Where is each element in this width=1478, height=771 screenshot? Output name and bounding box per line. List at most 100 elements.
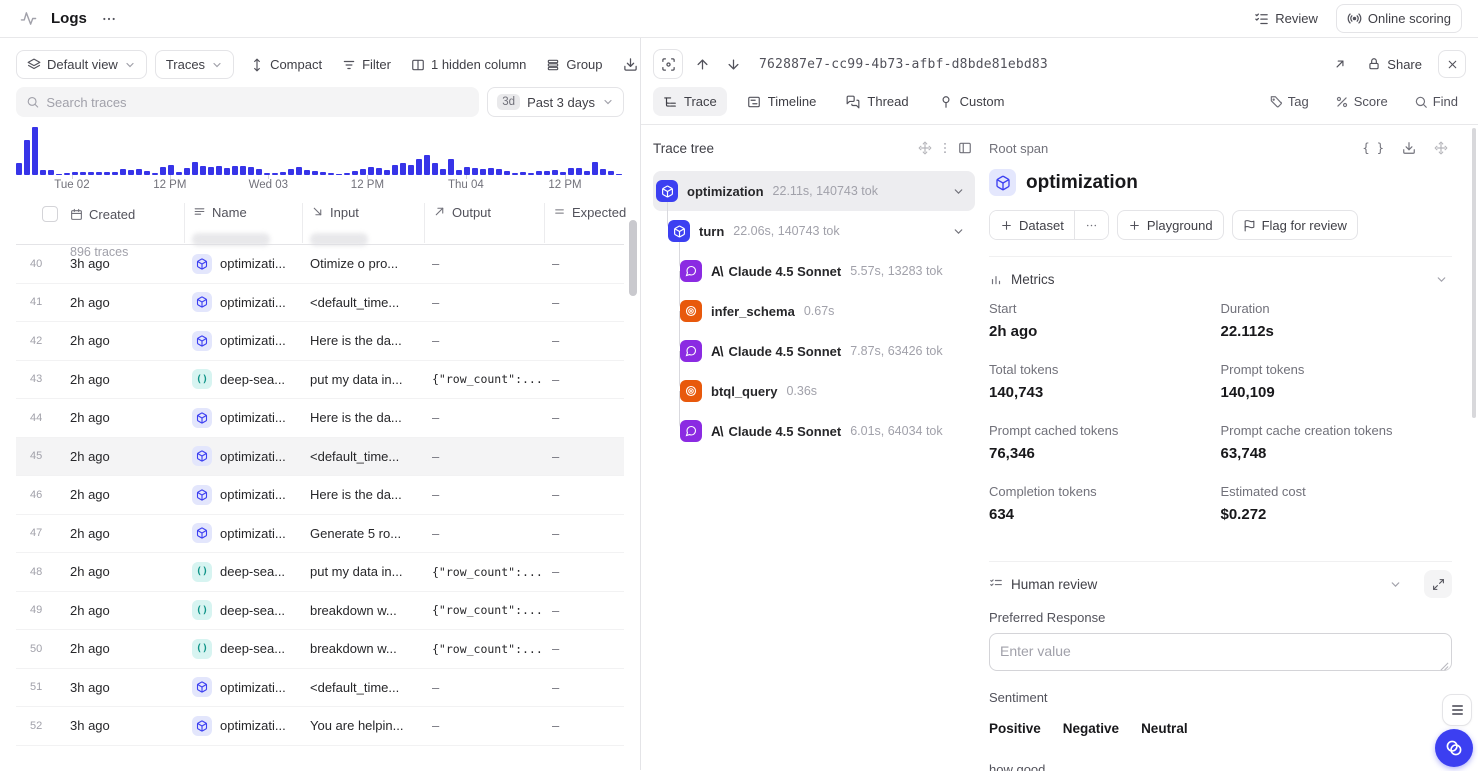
table-scrollbar[interactable] [629, 220, 637, 296]
page-menu-button[interactable] [97, 7, 121, 31]
table-row[interactable]: 48 2h ago ()deep-sea... put my data in..… [16, 553, 624, 592]
histogram-bar[interactable] [592, 162, 598, 175]
sentiment-neutral-button[interactable]: Neutral [1141, 717, 1188, 740]
histogram-bar[interactable] [432, 163, 438, 175]
traces-histogram[interactable]: Tue 02 12 PM Wed 03 12 PM Thu 04 12 PM [16, 125, 624, 193]
histogram-bar[interactable] [392, 165, 398, 175]
search-box[interactable] [16, 87, 479, 117]
histogram-bar[interactable] [400, 163, 406, 175]
json-view-button[interactable]: { } [1358, 137, 1388, 159]
column-header-created[interactable]: Created [62, 203, 184, 225]
dataset-more-button[interactable] [1074, 211, 1108, 239]
histogram-bar[interactable] [376, 168, 382, 175]
hidden-columns-button[interactable]: 1 hidden column [403, 52, 534, 77]
focus-trace-button[interactable] [653, 49, 683, 79]
histogram-bar[interactable] [424, 155, 430, 175]
add-to-dataset-button[interactable]: Dataset [990, 211, 1074, 239]
table-row[interactable]: 47 2h ago optimizati... Generate 5 ro...… [16, 515, 624, 554]
collapse-chevron-icon[interactable] [952, 225, 965, 238]
tree-options-button[interactable] [935, 138, 955, 158]
histogram-bar[interactable] [168, 165, 174, 175]
table-row[interactable]: 49 2h ago ()deep-sea... breakdown w... {… [16, 592, 624, 631]
trace-id[interactable]: 762887e7-cc99-4b73-afbf-d8bde81ebd83 [759, 57, 1048, 72]
side-menu-button[interactable] [1442, 694, 1472, 726]
histogram-bar[interactable] [200, 166, 206, 175]
add-to-playground-button[interactable]: Playground [1117, 210, 1224, 240]
close-panel-button[interactable] [1438, 50, 1466, 78]
table-row[interactable]: 51 3h ago optimizati... <default_time...… [16, 669, 624, 708]
histogram-bar[interactable] [216, 166, 222, 175]
collapse-chevron-icon[interactable] [952, 185, 965, 198]
histogram-bar[interactable] [24, 140, 30, 175]
download-span-button[interactable] [1398, 137, 1420, 159]
braintrust-logo-button[interactable] [1435, 729, 1473, 767]
histogram-bar[interactable] [568, 168, 574, 175]
trace-tree-node[interactable]: A\Claude 4.5 Sonnet 7.87s, 63426 tok [653, 331, 975, 371]
next-trace-button[interactable] [722, 53, 745, 76]
preferred-response-input[interactable] [989, 633, 1452, 671]
tag-button[interactable]: Tag [1261, 89, 1317, 114]
table-row[interactable]: 50 2h ago ()deep-sea... breakdown w... {… [16, 630, 624, 669]
view-selector[interactable]: Default view [16, 50, 147, 79]
histogram-bar[interactable] [32, 127, 38, 175]
histogram-bar[interactable] [184, 168, 190, 175]
traces-selector[interactable]: Traces [155, 50, 234, 79]
histogram-bar[interactable] [368, 167, 374, 175]
search-input[interactable] [46, 95, 469, 110]
human-review-collapse-button[interactable] [1385, 574, 1406, 595]
histogram-bar[interactable] [160, 167, 166, 175]
table-row[interactable]: 42 2h ago optimizati... Here is the da..… [16, 322, 624, 361]
column-header-expected[interactable]: Expected [544, 203, 626, 243]
column-header-output[interactable]: Output [424, 203, 544, 243]
table-row[interactable]: 41 2h ago optimizati... <default_time...… [16, 284, 624, 323]
sentiment-negative-button[interactable]: Negative [1063, 717, 1119, 740]
histogram-bar[interactable] [16, 163, 22, 175]
score-button[interactable]: Score [1327, 89, 1396, 114]
compact-toggle[interactable]: Compact [242, 52, 330, 77]
tab-timeline[interactable]: Timeline [737, 87, 827, 116]
previous-trace-button[interactable] [691, 53, 714, 76]
histogram-bar[interactable] [408, 165, 414, 175]
trace-tree-node[interactable]: turn 22.06s, 140743 tok [653, 211, 975, 251]
find-button[interactable]: Find [1406, 89, 1466, 114]
histogram-bar[interactable] [192, 162, 198, 175]
sentiment-positive-button[interactable]: Positive [989, 717, 1041, 740]
table-row[interactable]: 45 2h ago optimizati... <default_time...… [16, 438, 624, 477]
move-icon[interactable] [915, 138, 935, 158]
tab-thread[interactable]: Thread [836, 87, 918, 116]
flag-for-review-button[interactable]: Flag for review [1232, 210, 1358, 240]
histogram-bar[interactable] [472, 168, 478, 175]
trace-tree-node[interactable]: A\Claude 4.5 Sonnet 5.57s, 13283 tok [653, 251, 975, 291]
table-row[interactable]: 43 2h ago ()deep-sea... put my data in..… [16, 361, 624, 400]
histogram-bar[interactable] [224, 168, 230, 175]
histogram-bar[interactable] [464, 167, 470, 175]
reorder-sections-button[interactable] [1430, 137, 1452, 159]
histogram-bar[interactable] [448, 159, 454, 175]
histogram-bar[interactable] [248, 167, 254, 175]
open-fullscreen-button[interactable] [1329, 53, 1351, 75]
select-all-checkbox[interactable] [42, 206, 58, 222]
collapse-panel-icon[interactable] [955, 138, 975, 158]
detail-scrollbar[interactable] [1472, 128, 1476, 418]
tab-trace[interactable]: Trace [653, 87, 727, 116]
histogram-bar[interactable] [296, 167, 302, 175]
table-row[interactable]: 44 2h ago optimizati... Here is the da..… [16, 399, 624, 438]
share-button[interactable]: Share [1359, 52, 1430, 77]
human-review-expand-button[interactable] [1424, 570, 1452, 598]
histogram-bar[interactable] [208, 167, 214, 175]
trace-tree-node[interactable]: btql_query 0.36s [653, 371, 975, 411]
trace-tree-node[interactable]: infer_schema 0.67s [653, 291, 975, 331]
review-button[interactable]: Review [1246, 6, 1326, 31]
online-scoring-button[interactable]: Online scoring [1336, 4, 1462, 33]
tab-custom[interactable]: Custom [929, 87, 1015, 116]
histogram-bar[interactable] [416, 159, 422, 175]
table-row[interactable]: 52 3h ago optimizati... You are helpin..… [16, 707, 624, 746]
group-button[interactable]: Group [538, 52, 610, 77]
histogram-bar[interactable] [576, 168, 582, 175]
table-row[interactable]: 46 2h ago optimizati... Here is the da..… [16, 476, 624, 515]
histogram-bar[interactable] [240, 166, 246, 175]
export-button[interactable] [619, 53, 642, 76]
metrics-collapse-button[interactable] [1431, 269, 1452, 290]
trace-tree-node[interactable]: A\Claude 4.5 Sonnet 6.01s, 64034 tok [653, 411, 975, 451]
date-range-selector[interactable]: 3d Past 3 days [487, 87, 624, 117]
